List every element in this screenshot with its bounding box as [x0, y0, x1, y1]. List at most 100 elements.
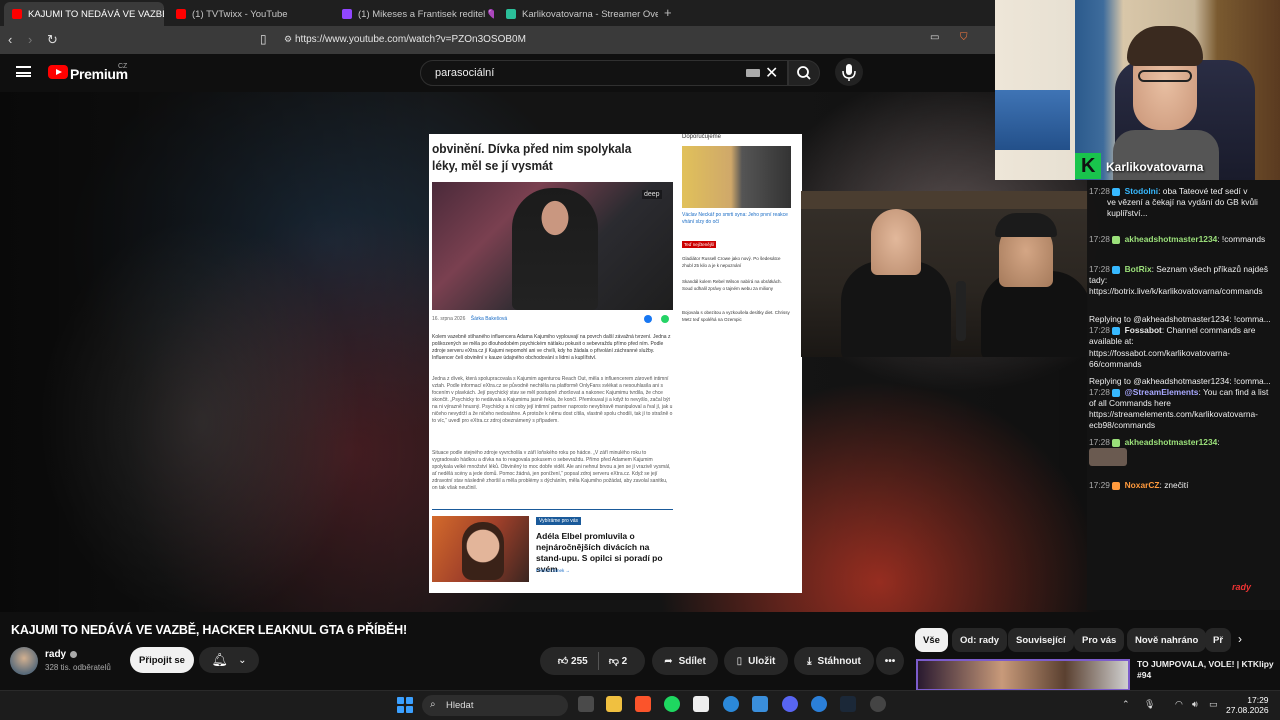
search-button[interactable] [788, 60, 820, 86]
article-author: Šárka Bakešová [470, 316, 508, 322]
chat-message: 17:28 Fossabot: Channel commands are ava… [1089, 325, 1256, 346]
reaction-video-inset [801, 191, 1088, 357]
bookmark-icon[interactable]: ▯ [260, 32, 267, 46]
badge-icon [1112, 187, 1121, 196]
tab-tvtwixx[interactable]: (1) TVTwixx - YouTube [168, 2, 328, 26]
discord-icon[interactable] [782, 696, 798, 712]
shelf [801, 191, 1088, 209]
recommended-title[interactable]: TO JUMPOVALA, VOLE! | KTKlipy #94 [1137, 659, 1277, 681]
chip-all[interactable]: Vše [915, 628, 948, 652]
badge-icon [1112, 265, 1121, 274]
chat-message: 17:29 NoxarCZ: znečití [1089, 480, 1189, 490]
download-icon: ⤓ [807, 655, 812, 667]
chat-message: 17:28 akheadshotmaster1234: !commands [1089, 234, 1266, 244]
chat-message: 17:28 Stodolni: oba Tateové teď sedí v [1089, 186, 1248, 196]
chat-reply: Replying to @akheadshotmaster1234: !comm… [1089, 376, 1271, 386]
voice-search-button[interactable] [835, 58, 863, 86]
battery-icon[interactable]: ▭ [1209, 699, 1218, 710]
tab-mikeses[interactable]: (1) Mikeses a Frantisek reditel 💜 - T [334, 2, 494, 26]
dislike-button[interactable]: 👎︎ 2 [609, 655, 628, 667]
reload-icon[interactable]: ↻ [47, 32, 58, 48]
new-tab-button[interactable]: + [664, 5, 672, 20]
chrome-icon[interactable] [723, 696, 739, 712]
more-actions-button[interactable]: ••• [876, 647, 904, 675]
youtube-logo-icon[interactable] [48, 65, 68, 79]
search-icon [797, 66, 811, 80]
join-button[interactable]: Připojit se [130, 647, 194, 673]
subscriber-count: 328 tis. odběratelů [45, 663, 111, 672]
share-button[interactable]: ➦ Sdílet [652, 647, 718, 675]
taskbar-search[interactable]: Hledat [422, 695, 568, 716]
stream-chat: 17:28 Stodolni: oba Tateové teď sedí v v… [1087, 180, 1280, 610]
chat-link[interactable]: https://streamelements.com/karlikovatova… [1089, 409, 1277, 431]
kick-logo-icon [1075, 153, 1101, 179]
search-icon: ⌕ [430, 699, 436, 710]
chip-recently-uploaded[interactable]: Nově nahráno [1127, 628, 1207, 652]
clock-time: 17:29 [1247, 695, 1269, 705]
streamer-favicon-icon [506, 9, 516, 19]
tray-chevron-up-icon[interactable]: ⌃ [1122, 699, 1130, 710]
volume-icon[interactable]: 🔊︎ [1192, 699, 1198, 710]
wifi-icon[interactable]: ◠ [1175, 699, 1183, 710]
like-count: 255 [571, 656, 588, 667]
microphone-tray-icon[interactable]: 🎙︎ [1144, 699, 1155, 710]
whatsapp-share-icon [661, 315, 669, 323]
chat-message: 17:28 @StreamElements: You can find a li… [1089, 387, 1269, 408]
save-button[interactable]: ▯ Uložit [724, 647, 788, 675]
search-query: parasociální [435, 67, 495, 79]
bed [995, 90, 1070, 150]
article-paragraph: Jedna z dívek, která spolupracovala s Ka… [432, 376, 673, 424]
chat-link[interactable]: https://fossabot.com/karlikovatovarna-66… [1089, 348, 1277, 370]
notepad-icon[interactable] [752, 696, 768, 712]
streamer-glasses [1138, 70, 1192, 82]
streamer-name: Karlikovatovarna [1106, 160, 1204, 174]
chip-for-you[interactable]: Pro vás [1074, 628, 1125, 652]
spotify-icon[interactable] [664, 696, 680, 712]
tab-kajumi[interactable]: KAJUMI TO NEDÁVÁ VE VAZBĚ, ✕ [4, 2, 164, 26]
browser-icon[interactable] [811, 696, 827, 712]
file-explorer-icon[interactable] [606, 696, 622, 712]
channel-avatar[interactable] [10, 647, 38, 675]
windows-start-icon[interactable] [397, 697, 413, 713]
microphone [956, 281, 966, 341]
sidebar-image [682, 146, 791, 208]
recommended-thumbnail[interactable] [916, 659, 1130, 691]
twitch-favicon-icon [342, 9, 352, 19]
keyboard-icon[interactable] [746, 69, 760, 77]
settings-gear-icon[interactable] [870, 696, 886, 712]
menu-icon[interactable] [16, 66, 31, 77]
task-view-icon[interactable] [578, 696, 594, 712]
channel-name[interactable]: rady [45, 649, 66, 660]
back-icon[interactable]: ‹ [8, 32, 12, 47]
brave-shield-icon[interactable]: ⛉ [960, 32, 968, 43]
article-headline: obvinění. Dívka před nim spolykala léky,… [432, 141, 632, 173]
taskbar-clock[interactable]: 17:29 27.08.2026 [1226, 695, 1269, 715]
brave-browser-icon[interactable] [635, 696, 651, 712]
youtube-favicon-icon [176, 9, 186, 19]
channel-watermark: rady [1232, 582, 1252, 592]
forward-icon[interactable]: › [28, 32, 32, 47]
clock-date: 27.08.2026 [1226, 705, 1269, 715]
steam-icon[interactable] [840, 696, 856, 712]
chat-link[interactable]: https://botrix.live/k/karlikovatovarna/c… [1089, 286, 1277, 297]
cast-icon[interactable]: ▭ [930, 32, 939, 43]
youtube-favicon-icon [12, 9, 22, 19]
notifications-button[interactable]: 🔔︎ ⌄ [199, 647, 259, 673]
divider [597, 652, 599, 670]
article-divider [432, 509, 673, 510]
app-icon[interactable] [693, 696, 709, 712]
like-button[interactable]: 👍︎ 255 [558, 655, 588, 667]
chip-from-channel[interactable]: Od: rady [952, 628, 1008, 652]
download-button[interactable]: ⤓ Stáhnout [794, 647, 874, 675]
streamer-hair [1127, 26, 1203, 66]
clear-search-icon[interactable]: ✕ [765, 63, 778, 83]
url-field[interactable]: https://www.youtube.com/watch?v=PZOn3OSO… [295, 34, 526, 45]
chip-related[interactable]: Související [1008, 628, 1074, 652]
bell-icon: 🔔︎ [211, 652, 229, 667]
chat-message: 17:28 akheadshotmaster1234: [1089, 437, 1220, 447]
badge-icon [1112, 388, 1121, 397]
tab-karlikovatovarna[interactable]: Karlikovatovarna - Streamer Overvie [498, 2, 658, 26]
chevron-right-icon[interactable]: › [1238, 632, 1242, 646]
chip-more[interactable]: Př [1205, 628, 1231, 652]
site-settings-icon[interactable]: ⚙ [284, 34, 292, 45]
